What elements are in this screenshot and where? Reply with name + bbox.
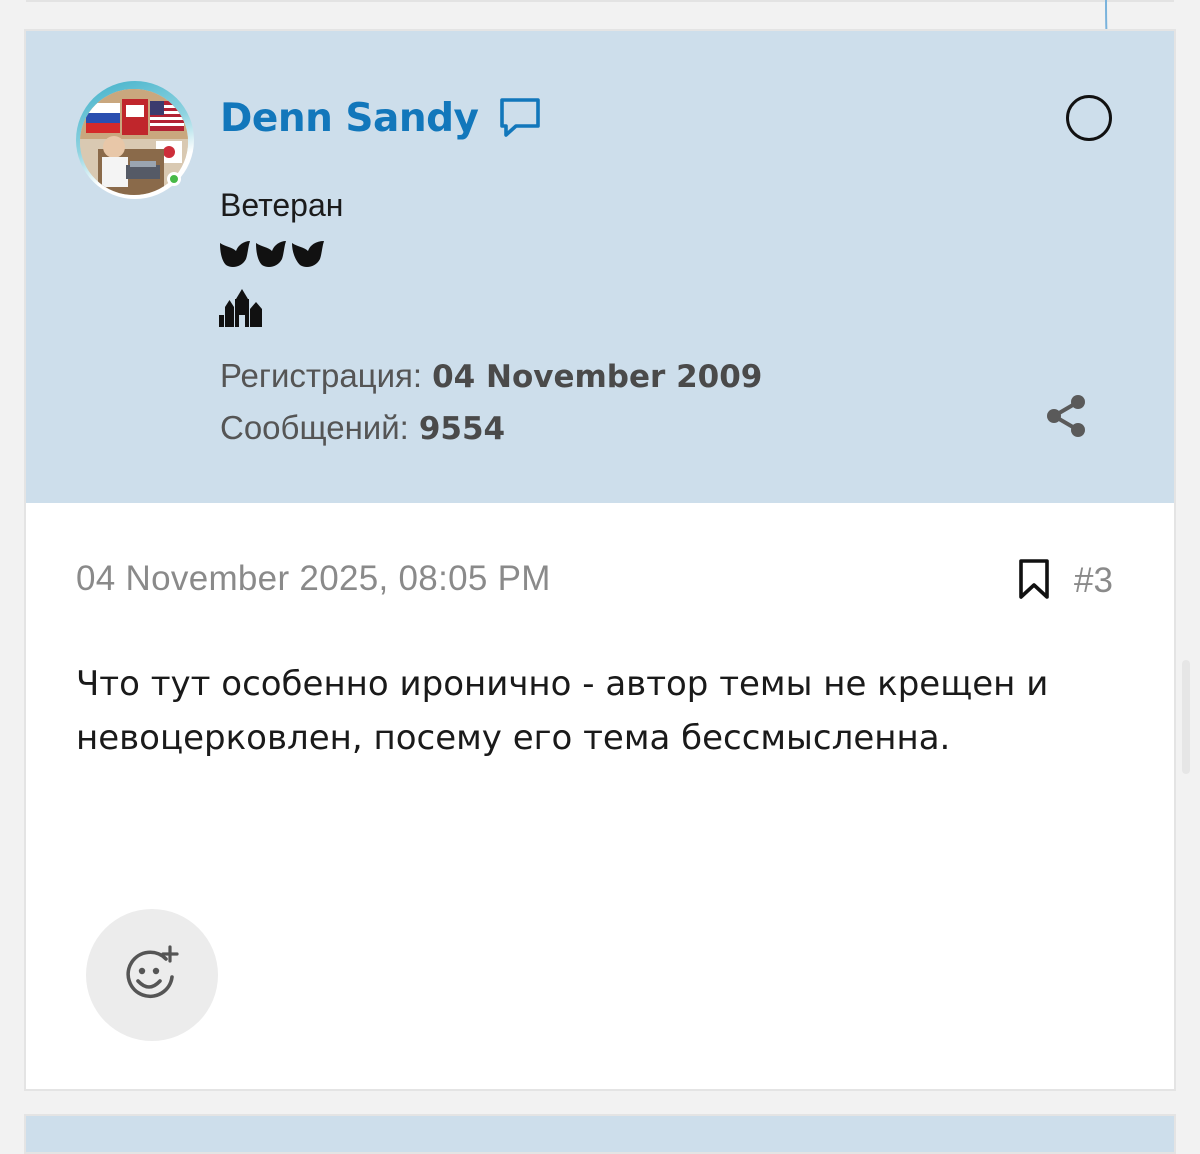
online-status-dot (167, 172, 181, 186)
messages-value: 9554 (418, 411, 506, 447)
chat-bubble-icon[interactable] (496, 94, 544, 142)
bookmark-icon[interactable] (1016, 557, 1052, 601)
registration-value: 04 November 2009 (432, 359, 763, 395)
forum-post: Denn Sandy Ветеран Регистрация: 04 Novem… (24, 29, 1176, 1091)
username-row: Denn Sandy (220, 93, 544, 143)
username-link[interactable]: Denn Sandy (220, 96, 479, 141)
add-reaction-button[interactable] (86, 909, 218, 1041)
post-body-text: Что тут особенно иронично - автор темы н… (76, 664, 1049, 758)
registration-label: Регистрация: (220, 357, 423, 394)
previous-post-card (26, 0, 1174, 2)
registration-stat: Регистрация: 04 November 2009 (220, 357, 762, 395)
scrollbar[interactable] (1182, 660, 1190, 774)
post-author-panel: Denn Sandy Ветеран Регистрация: 04 Novem… (26, 31, 1174, 503)
birds-awards-icon (220, 241, 324, 267)
messages-stat: Сообщений: 9554 (220, 409, 505, 447)
user-title: Ветеран (220, 187, 344, 223)
share-icon[interactable] (1044, 393, 1090, 439)
select-post-circle-button[interactable] (1066, 95, 1112, 141)
next-post-card (24, 1114, 1176, 1154)
church-rank-icon (219, 289, 262, 327)
post-number-link[interactable]: #3 (1074, 561, 1113, 601)
smiley-plus-icon (126, 945, 179, 999)
messages-label: Сообщений: (220, 409, 409, 446)
post-date: 04 November 2025, 08:05 PM (76, 559, 551, 598)
